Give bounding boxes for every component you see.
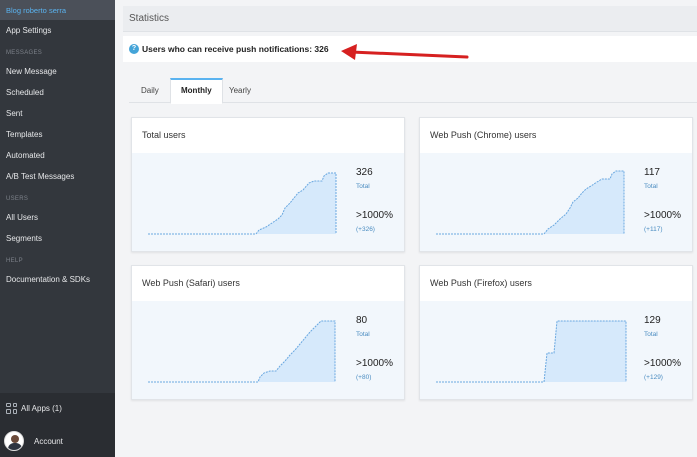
all-apps-label: All Apps (1) (21, 403, 62, 413)
stat-delta: (+117) (644, 226, 663, 233)
sidebar-item-sent[interactable]: Sent (0, 103, 115, 124)
card-title: Web Push (Chrome) users (430, 130, 537, 140)
sidebar-section-users: USERS (6, 196, 29, 202)
avatar (4, 431, 24, 451)
stat-value: 117 (644, 167, 660, 178)
card-title: Web Push (Firefox) users (430, 278, 532, 288)
sidebar-footer: All Apps (1) Account (0, 393, 115, 457)
stat-card-firefox-users: Web Push (Firefox) users 129 Total >1000… (419, 265, 693, 400)
sidebar-item-automated[interactable]: Automated (0, 145, 115, 166)
stat-value-label: Total (644, 183, 658, 190)
sidebar-item-templates[interactable]: Templates (0, 124, 115, 145)
help-icon[interactable]: ? (129, 44, 139, 54)
red-arrow-annotation-icon (341, 44, 469, 60)
stat-value-label: Total (644, 331, 658, 338)
stat-card-total-users: Total users 326 Total >1000% (+326) (131, 117, 405, 252)
sidebar-item-scheduled[interactable]: Scheduled (0, 82, 115, 103)
sidebar-item-segments[interactable]: Segments (0, 228, 115, 249)
account-label: Account (34, 436, 63, 446)
stat-value: 326 (356, 167, 373, 178)
stat-card-safari-users: Web Push (Safari) users 80 Total >1000% … (131, 265, 405, 400)
card-title: Total users (142, 130, 186, 140)
period-tabs: Daily Monthly Yearly (129, 78, 697, 104)
account-button[interactable]: Account (4, 431, 63, 451)
sidebar-item-documentation[interactable]: Documentation & SDKs (0, 269, 115, 290)
stat-card-chrome-users: Web Push (Chrome) users 117 Total >1000%… (419, 117, 693, 252)
stat-delta: (+80) (356, 374, 372, 381)
stat-value: 80 (356, 315, 368, 326)
stat-value-label: Total (356, 331, 370, 338)
app-brand-link[interactable]: Blog roberto serra (0, 0, 115, 20)
stat-value-label: Total (356, 183, 370, 190)
stat-percent: >1000% (644, 358, 681, 369)
tab-daily[interactable]: Daily (131, 78, 169, 103)
sidebar-item-new-message[interactable]: New Message (0, 61, 115, 82)
tab-yearly[interactable]: Yearly (219, 78, 261, 103)
stat-percent: >1000% (644, 210, 681, 221)
sidebar-section-messages: MESSAGES (6, 50, 43, 56)
stat-percent: >1000% (356, 358, 393, 369)
tab-monthly[interactable]: Monthly (170, 78, 223, 104)
apps-grid-icon (6, 402, 17, 414)
main-content: Statistics ? Users who can receive push … (115, 0, 697, 457)
all-apps-button[interactable]: All Apps (1) (6, 401, 62, 415)
stat-delta: (+129) (644, 374, 663, 381)
page-header: Statistics (123, 6, 697, 32)
page-title: Statistics (129, 13, 170, 24)
sidebar-section-help: HELP (6, 258, 23, 264)
push-users-text: Users who can receive push notifications… (142, 44, 329, 54)
card-title: Web Push (Safari) users (142, 278, 240, 288)
stat-delta: (+326) (356, 226, 375, 233)
sidebar-item-ab-test-messages[interactable]: A/B Test Messages (0, 166, 115, 187)
sidebar-item-all-users[interactable]: All Users (0, 207, 115, 228)
sidebar: Blog roberto serra App Settings MESSAGES… (0, 0, 115, 457)
stat-percent: >1000% (356, 210, 393, 221)
sidebar-item-app-settings[interactable]: App Settings (0, 20, 115, 41)
stat-value: 129 (644, 315, 661, 326)
